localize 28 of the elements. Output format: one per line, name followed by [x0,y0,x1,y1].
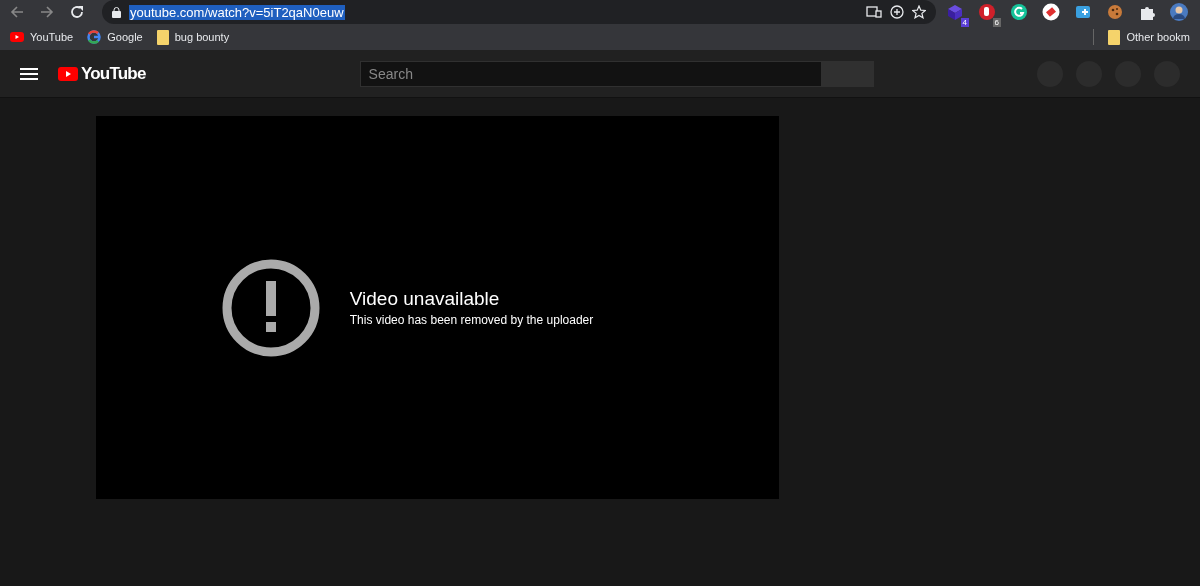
star-icon[interactable] [912,5,926,19]
bookmark-link[interactable]: Google [87,30,143,44]
bookmark-link[interactable]: Other bookm [1108,29,1190,45]
letter-circle-icon[interactable] [1010,3,1028,21]
bookmark-link[interactable]: YouTube [10,31,74,43]
cast-icon[interactable] [866,6,882,18]
lock-icon [112,6,121,18]
count-badge: 4 [960,18,969,27]
bookmark-link[interactable]: bug bounty [156,29,230,45]
google-icon [87,30,102,44]
youtube-logo[interactable]: YouTube [58,63,146,84]
add-circle-icon[interactable] [890,5,904,19]
screen-plus-icon[interactable] [1074,3,1092,21]
reload-icon[interactable] [68,3,86,21]
error-title: Video unavailable [349,288,501,310]
address-bar[interactable]: youtube.com/watch?v=5iT2qaN0euw [102,0,936,24]
url-text: youtube.com/watch?v=5iT2qaN0euw [129,4,345,20]
exclamation-icon [221,258,320,357]
avatar-icon[interactable] [1170,3,1188,21]
youtube-icon [10,32,24,42]
tag-icon[interactable] [1042,3,1060,21]
cookie-icon[interactable] [1106,3,1124,21]
count-badge: 6 [992,18,1001,27]
error-message: This video has been removed by the uploader [349,313,594,327]
folder-icon [1108,29,1121,45]
menu-icon[interactable] [20,66,38,81]
folder-icon [156,29,169,45]
search-field[interactable]: Search [359,60,822,87]
